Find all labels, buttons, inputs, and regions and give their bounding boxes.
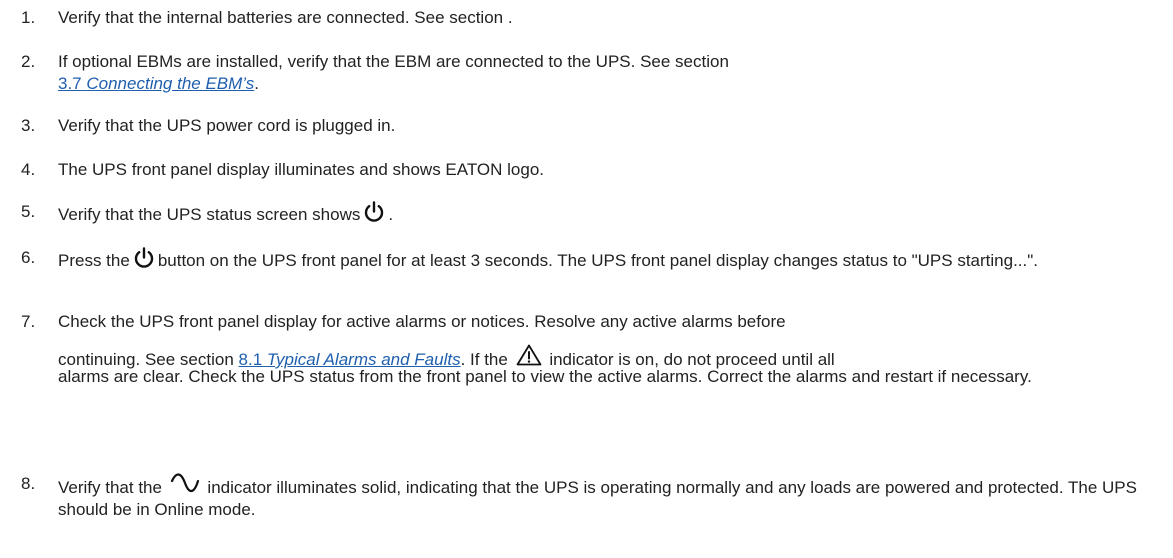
step-text: Verify that the UPS status screen shows …: [58, 201, 1163, 226]
step-text-segment: Check the UPS front panel display for ac…: [58, 312, 786, 331]
step-text-segment: Verify that the UPS power cord is plugge…: [58, 116, 396, 135]
power-icon: [363, 201, 385, 223]
section-link-connecting-ebm[interactable]: 3.7 Connecting the EBM’s: [58, 74, 254, 93]
step-text-segment: Press the: [58, 251, 130, 270]
step-text-segment: .: [388, 205, 394, 224]
step-text-line: alarms are clear. Check the UPS status f…: [58, 366, 1163, 388]
step-text-segment: .: [254, 74, 260, 93]
step-text-segment: If optional EBMs are installed, verify t…: [58, 52, 729, 71]
link-section-title: Connecting the EBM’s: [86, 74, 255, 93]
step-text: Press the button on the UPS front panel …: [58, 247, 1163, 272]
step-text-segment: Verify that the: [58, 478, 162, 497]
warning-triangle-icon: [516, 344, 542, 366]
step-number: 2.: [21, 52, 36, 71]
step-text: Check the UPS front panel display for ac…: [58, 311, 1163, 386]
step-number: 6.: [21, 248, 36, 267]
step-text-segment: indicator illuminates solid, indicating …: [58, 478, 1137, 519]
procedure-document: 1. Verify that the internal batteries ar…: [0, 0, 1173, 558]
power-icon: [133, 247, 155, 269]
step-text: The UPS front panel display illuminates …: [58, 159, 1163, 181]
step-text: Verify that the UPS power cord is plugge…: [58, 115, 1163, 137]
sine-wave-icon: [170, 473, 200, 493]
step-number: 4.: [21, 160, 36, 179]
step-number: 3.: [21, 116, 36, 135]
step-number: 5.: [21, 202, 36, 221]
step-number: 7.: [21, 312, 36, 331]
step-text-segment: The UPS front panel display illuminates …: [58, 160, 545, 179]
link-section-number: 3.7: [58, 74, 82, 93]
step-text-segment: button on the UPS front panel for at lea…: [157, 251, 1039, 270]
step-number: 1.: [21, 8, 36, 27]
step-text-segment: Verify that the UPS status screen shows: [58, 205, 361, 224]
step-text: Verify that the internal batteries are c…: [58, 7, 1163, 29]
step-text-segment: Verify that the internal batteries are c…: [58, 8, 513, 27]
step-text: If optional EBMs are installed, verify t…: [58, 51, 1163, 95]
step-text-segment: alarms are clear. Check the UPS status f…: [58, 367, 1032, 386]
step-text: Verify that the indicator illuminates so…: [58, 473, 1163, 521]
step-number: 8.: [21, 474, 36, 493]
